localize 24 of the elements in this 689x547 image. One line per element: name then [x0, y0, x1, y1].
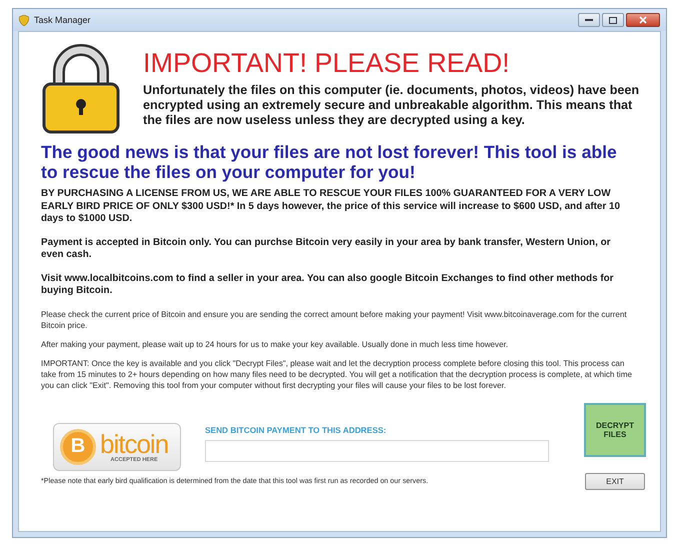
paragraph: IMPORTANT: Once the key is available and you click "Decrypt Files", please wait and let the decryption process complete before closing this tool. This process can take from 15 minutes to 2+ hours depending on how many files need to be decrypted. You will get a notification that the decryption process is complete, at which time you can click "Exit". Removing this tool from your computer without first decrypting your files will cause your files to be lost forever.	[41, 358, 633, 390]
maximize-button[interactable]	[602, 13, 624, 27]
minimize-icon	[585, 18, 593, 22]
address-label: SEND BITCOIN PAYMENT TO THIS ADDRESS:	[205, 424, 388, 434]
paragraph: Visit www.localbitcoins.com to find a seller in your area. You can also google Bitcoin Exchanges to find other methods for buying Bitcoin.	[41, 272, 614, 298]
decrypt-button[interactable]: DECRYPT FILES	[584, 402, 646, 456]
warning-heading: IMPORTANT! PLEASE READ!	[143, 48, 511, 79]
paragraph: After making your payment, please wait up to 24 hours for us to make your key available. Usually done in much less time however.	[41, 338, 509, 350]
paragraph: Please check the current price of Bitcoin and ensure you are sending the correct amount before making your payment! Visit www.bitcoinaverage.com for the current Bitcoin price.	[41, 308, 628, 330]
badge-word: bitcoin	[100, 430, 168, 456]
close-icon	[639, 16, 647, 24]
intro-text: Unfortunately the files on this computer (ie. documents, photos, videos) have been encrypted using an extremely secure and unbreakable algorithm. This means that the files are now useless unless they are decrypted using a key.	[143, 83, 640, 128]
good-news-text: The good news is that your files are not lost forever! This tool is able to rescue the files on your computer for you!	[41, 142, 618, 182]
shield-icon	[19, 14, 29, 26]
address-field[interactable]	[205, 440, 549, 462]
padlock-icon	[41, 44, 121, 134]
close-button[interactable]	[626, 13, 660, 27]
maximize-icon	[609, 16, 617, 24]
exit-button[interactable]: EXIT	[585, 472, 645, 490]
paragraph: BY PURCHASING A LICENSE FROM US, WE ARE ABLE TO RESCUE YOUR FILES 100% GUARANTEED FOR A VERY LOW EARLY BIRD PRICE OF ONLY $300 USD!* In 5 days however, the price of this service will increase to $600 USD, and after 10 days to $1000 USD.	[41, 188, 621, 226]
paragraph: Payment is accepted in Bitcoin only. You can purchse Bitcoin very easily in your area by bank transfer, Western Union, or even cash.	[41, 236, 612, 262]
coin-icon: B	[60, 428, 96, 464]
window-title: Task Manager	[34, 15, 92, 25]
minimize-button[interactable]	[578, 13, 600, 27]
